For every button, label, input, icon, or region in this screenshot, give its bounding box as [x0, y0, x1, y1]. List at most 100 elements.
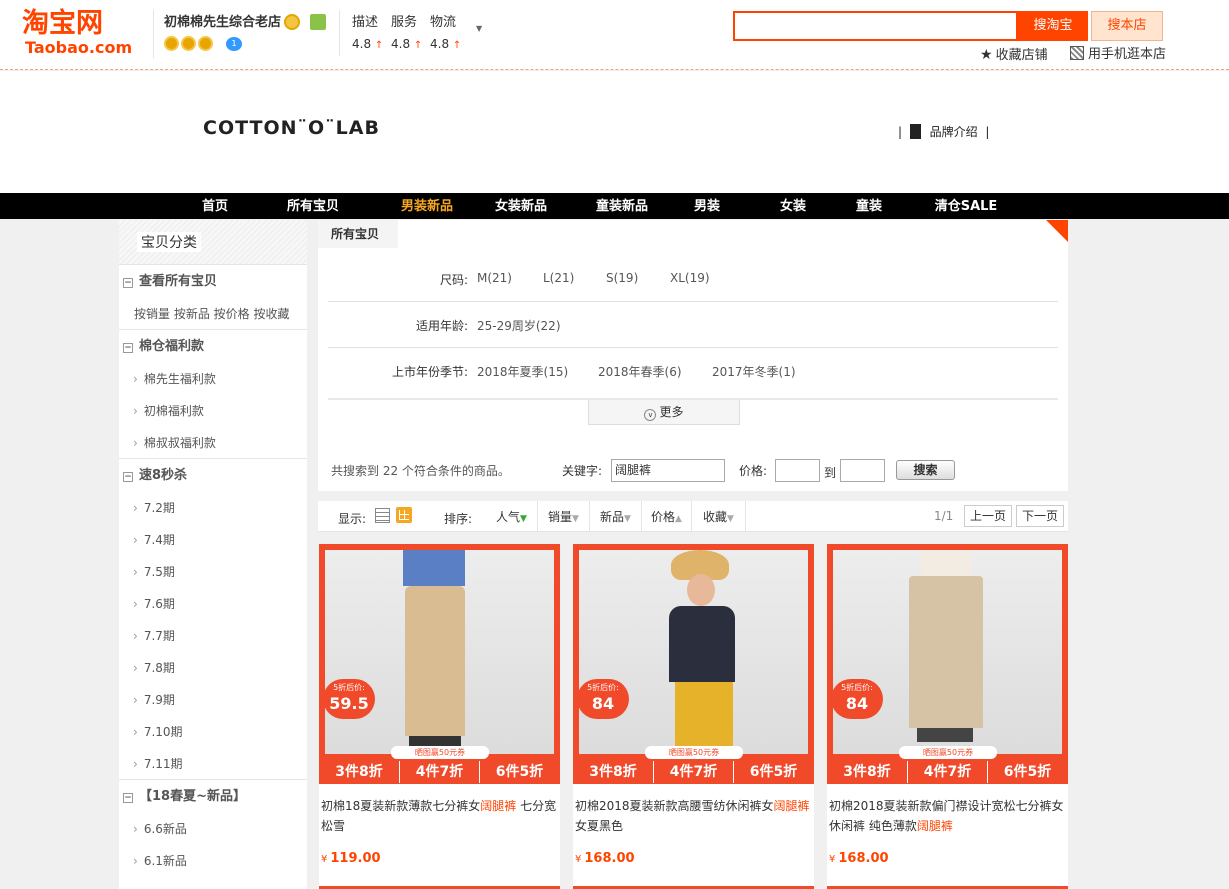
collapse-icon[interactable]: −	[123, 278, 133, 288]
filter-option[interactable]: S(19)	[606, 271, 638, 285]
product-title[interactable]: 初棉18夏装新款薄款七分裤女阔腿裤 七分宽松雪	[321, 796, 559, 836]
divider	[119, 264, 307, 265]
crown-icon	[198, 36, 213, 51]
filter-age: 适用年龄: 25-29周岁(22)	[328, 302, 1058, 348]
nav-all-items[interactable]: 所有宝贝	[280, 193, 346, 219]
sort-option-label: 收藏	[703, 510, 728, 524]
price-max-input[interactable]	[840, 459, 885, 482]
badge-label: 5折后价:	[333, 683, 365, 692]
favorite-shop-link[interactable]: ★ 收藏店铺	[980, 46, 1048, 65]
top-bar: 淘宝网 Taobao.com 初棉棉先生综合老店 1 描述 4.8 ↑ 服务 4…	[0, 0, 1229, 70]
sidebar-item[interactable]: 6.1新品	[133, 851, 187, 871]
sort-price[interactable]: 价格▲	[642, 501, 692, 532]
category-label: 【18春夏~新品】	[139, 789, 246, 804]
nav-kids[interactable]: 童装	[846, 193, 892, 219]
document-icon	[909, 124, 924, 139]
collapse-icon[interactable]: −	[123, 793, 133, 803]
product-image[interactable]: 5折后价: 84 晒图赢50元券 3件8折 4件7折 6件5折	[827, 544, 1068, 784]
more-filters-button[interactable]: v 更多	[588, 400, 740, 425]
nav-mens-new[interactable]: 男装新品	[394, 193, 460, 219]
price-min-input[interactable]	[775, 459, 820, 482]
sidebar-item[interactable]: 7.7期	[133, 626, 175, 646]
corner-tag	[1046, 220, 1068, 242]
sidebar-item[interactable]: 7.9期	[133, 690, 175, 710]
model-shirt	[403, 550, 465, 586]
filter-option[interactable]: M(21)	[477, 271, 512, 285]
next-page-button[interactable]: 下一页	[1016, 505, 1064, 527]
logo-text-en: Taobao.com	[25, 38, 133, 57]
sidebar-item[interactable]: 6.6新品	[133, 819, 187, 839]
taobao-logo[interactable]: 淘宝网 Taobao.com	[22, 8, 134, 60]
product-title[interactable]: 初棉2018夏装新款高腰雪纺休闲裤女阔腿裤女夏黑色	[575, 796, 813, 836]
filter-option[interactable]: 2018年夏季(15)	[477, 363, 568, 380]
search-button[interactable]: 搜索	[896, 460, 955, 480]
deal-label: 6件5折	[733, 761, 813, 783]
filter-option[interactable]: XL(19)	[670, 271, 710, 285]
nav-womens-new[interactable]: 女装新品	[488, 193, 554, 219]
product-price: ¥119.00	[321, 851, 381, 866]
sort-sales[interactable]: 销量▼	[538, 501, 590, 532]
sidebar-item[interactable]: 7.5期	[133, 562, 175, 582]
nav-home[interactable]: 首页	[190, 193, 240, 219]
product-card[interactable]: 5折后价: 84 晒图赢50元券 3件8折 4件7折 6件5折 初棉2018夏装新…	[827, 544, 1068, 889]
prev-page-button[interactable]: 上一页	[964, 505, 1012, 527]
collapse-icon[interactable]: −	[123, 343, 133, 353]
sidebar-item[interactable]: 棉叔叔福利款	[133, 433, 216, 453]
sidebar-item[interactable]: 7.6期	[133, 594, 175, 614]
sidebar-item[interactable]: 7.10期	[133, 722, 183, 742]
nav-clearance-sale[interactable]: 清仓SALE	[930, 193, 1002, 219]
rating-value: 4.8	[352, 37, 372, 51]
sort-favorites[interactable]: 收藏▼	[692, 501, 746, 532]
brand-logo[interactable]: COTTON¨O¨LAB	[203, 117, 380, 139]
sidebar-item[interactable]: 7.8期	[133, 658, 175, 678]
grid-view-icon[interactable]	[396, 507, 412, 523]
category-label: 棉仓福利款	[139, 339, 205, 354]
sidebar-item[interactable]: 棉先生福利款	[133, 369, 216, 389]
product-image[interactable]: 5折后价: 59.5 晒图赢50元券 3件8折 4件7折 6件5折	[319, 544, 560, 784]
sort-links[interactable]: 按销量 按新品 按价格 按收藏	[134, 304, 322, 324]
collapse-icon[interactable]: −	[123, 472, 133, 482]
mobile-shop-link[interactable]: 用手机逛本店	[1070, 46, 1166, 64]
sidebar-title: 宝贝分类	[137, 232, 201, 252]
list-view-icon[interactable]	[375, 508, 390, 523]
brand-intro-label: 品牌介绍	[929, 125, 978, 139]
breadcrumb[interactable]: 所有宝贝	[318, 220, 398, 248]
sort-new[interactable]: 新品▼	[590, 501, 642, 532]
view-all-items[interactable]: − 查看所有宝贝	[119, 272, 307, 292]
filter-option[interactable]: 25-29周岁(22)	[477, 317, 561, 334]
search-taobao-button[interactable]: 搜淘宝	[1018, 11, 1088, 41]
divider	[119, 329, 307, 330]
category-flash-sale[interactable]: − 速8秒杀	[119, 466, 307, 486]
nav-mens[interactable]: 男装	[684, 193, 730, 219]
keyword-input[interactable]: 阔腿裤	[611, 459, 725, 482]
product-title[interactable]: 初棉2018夏装新款偏门襟设计宽松七分裤女休闲裤 纯色薄款阔腿裤	[829, 796, 1067, 836]
divider	[119, 779, 307, 780]
search-input[interactable]	[733, 11, 1018, 41]
category-spring-summer[interactable]: − 【18春夏~新品】	[119, 787, 307, 807]
product-card[interactable]: 5折后价: 84 晒图赢50元券 3件8折 4件7折 6件5折 初棉2018夏装新…	[573, 544, 814, 889]
product-image[interactable]: 5折后价: 84 晒图赢50元券 3件8折 4件7折 6件5折	[573, 544, 814, 784]
search-shop-button[interactable]: 搜本店	[1091, 11, 1163, 41]
nav-kids-new[interactable]: 童装新品	[589, 193, 655, 219]
brand-intro-link[interactable]: | 品牌介绍 |	[898, 122, 989, 142]
sidebar-item[interactable]: 初棉福利款	[133, 401, 204, 421]
category-welfare[interactable]: − 棉仓福利款	[119, 337, 307, 357]
shop-name[interactable]: 初棉棉先生综合老店	[164, 10, 281, 36]
sort-popularity[interactable]: 人气▼	[486, 501, 538, 532]
chevron-down-icon[interactable]: ▼	[476, 24, 482, 33]
sidebar-item[interactable]: 7.4期	[133, 530, 175, 550]
sidebar-item[interactable]: 7.2期	[133, 498, 175, 518]
nav-womens[interactable]: 女装	[770, 193, 816, 219]
star-icon: ★	[980, 47, 993, 63]
sidebar-item[interactable]: 7.11期	[133, 754, 183, 774]
mobile-shop-label: 用手机逛本店	[1088, 47, 1167, 62]
filter-option[interactable]: 2018年春季(6)	[598, 363, 682, 380]
filter-option[interactable]: L(21)	[543, 271, 574, 285]
chevron-down-icon: v	[644, 409, 657, 421]
coupon-ticket: 晒图赢50元券	[899, 746, 997, 759]
product-card[interactable]: 5折后价: 59.5 晒图赢50元券 3件8折 4件7折 6件5折 初棉18夏装新…	[319, 544, 560, 889]
view-all-label: 查看所有宝贝	[139, 274, 218, 289]
logo-text-cn: 淘宝网	[22, 8, 103, 39]
model-top	[669, 606, 735, 682]
filter-option[interactable]: 2017年冬季(1)	[712, 363, 796, 380]
